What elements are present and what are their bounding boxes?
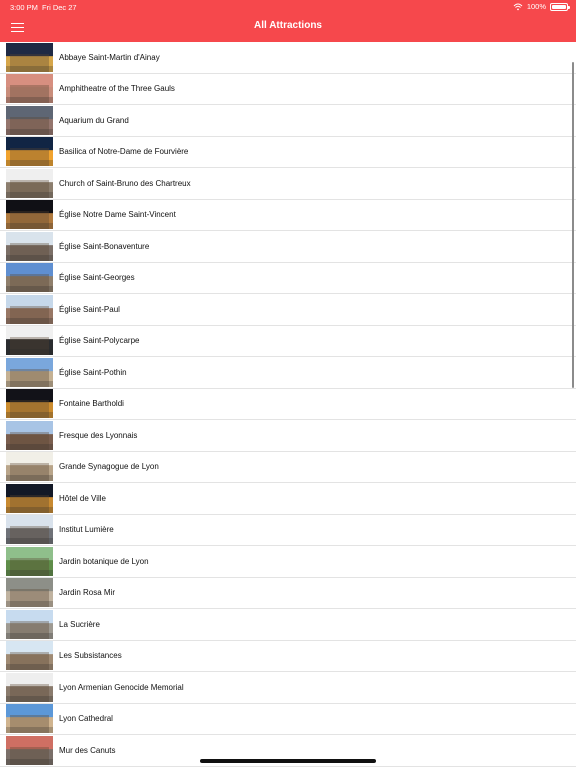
attraction-name: Lyon Cathedral xyxy=(59,714,113,724)
battery-fill xyxy=(552,4,566,9)
list-item[interactable]: Fontaine Bartholdi xyxy=(0,388,576,420)
list-item[interactable]: La Sucrière xyxy=(0,609,576,641)
list-item[interactable]: Basilica of Notre-Dame de Fourvière xyxy=(0,136,576,168)
attraction-thumbnail xyxy=(6,546,53,576)
attraction-name: Basilica of Notre-Dame de Fourvière xyxy=(59,147,189,157)
attraction-thumbnail xyxy=(6,578,53,608)
scroll-indicator[interactable] xyxy=(572,62,574,388)
attraction-name: Grande Synagogue de Lyon xyxy=(59,462,159,472)
battery-icon xyxy=(550,2,570,11)
page-title: All Attractions xyxy=(254,20,322,31)
attraction-thumbnail xyxy=(6,609,53,639)
attraction-name: Institut Lumière xyxy=(59,525,114,535)
attraction-name: Mur des Canuts xyxy=(59,745,116,755)
app-window: 3:00 PM Fri Dec 27 100% All Attractions … xyxy=(0,0,576,768)
list-item[interactable]: Jardin Rosa Mir xyxy=(0,577,576,609)
home-indicator[interactable] xyxy=(200,759,376,763)
status-date: Fri Dec 27 xyxy=(42,3,77,12)
attraction-thumbnail xyxy=(6,735,53,765)
attraction-thumbnail xyxy=(6,137,53,167)
attraction-name: Église Saint-Georges xyxy=(59,273,135,283)
attraction-name: Fontaine Bartholdi xyxy=(59,399,124,409)
list-item[interactable]: Institut Lumière xyxy=(0,514,576,546)
list-item[interactable]: Église Saint-Georges xyxy=(0,262,576,294)
status-bar: 3:00 PM Fri Dec 27 100% xyxy=(0,0,576,14)
attraction-name: Église Saint-Polycarpe xyxy=(59,336,140,346)
list-item[interactable]: Les Subsistances xyxy=(0,640,576,672)
attraction-name: Abbaye Saint-Martin d'Ainay xyxy=(59,52,160,62)
attraction-name: Hôtel de Ville xyxy=(59,493,106,503)
attraction-thumbnail xyxy=(6,74,53,104)
list-item[interactable]: Hôtel de Ville xyxy=(0,483,576,515)
attraction-thumbnail xyxy=(6,704,53,734)
attractions-list[interactable]: Abbaye Saint-Martin d'Ainay Amphitheatre … xyxy=(0,42,576,768)
attraction-name: La Sucrière xyxy=(59,619,100,629)
list-item[interactable]: Fresque des Lyonnais xyxy=(0,420,576,452)
attraction-thumbnail xyxy=(6,420,53,450)
status-right-group: 100% xyxy=(513,2,570,11)
attraction-name: Église Saint-Bonaventure xyxy=(59,241,150,251)
attraction-thumbnail xyxy=(6,357,53,387)
attraction-name: Église Saint-Paul xyxy=(59,304,120,314)
attraction-thumbnail xyxy=(6,42,53,72)
list-item[interactable]: Grande Synagogue de Lyon xyxy=(0,451,576,483)
list-item[interactable]: Jardin botanique de Lyon xyxy=(0,546,576,578)
wifi-icon xyxy=(513,3,523,11)
list-item[interactable]: Église Saint-Paul xyxy=(0,294,576,326)
list-item[interactable]: Église Saint-Pothin xyxy=(0,357,576,389)
attraction-thumbnail xyxy=(6,452,53,482)
attraction-thumbnail xyxy=(6,294,53,324)
list-item[interactable]: Église Saint-Bonaventure xyxy=(0,231,576,263)
list-item[interactable]: Abbaye Saint-Martin d'Ainay xyxy=(0,42,576,74)
top-bar: 3:00 PM Fri Dec 27 100% All Attractions xyxy=(0,0,576,42)
list-item[interactable]: Church of Saint-Bruno des Chartreux xyxy=(0,168,576,200)
list-item[interactable]: Lyon Armenian Genocide Memorial xyxy=(0,672,576,704)
attraction-name: Jardin botanique de Lyon xyxy=(59,556,149,566)
list-item[interactable]: Lyon Cathedral xyxy=(0,703,576,735)
attraction-name: Aquarium du Grand xyxy=(59,115,129,125)
list-item[interactable]: Église Saint-Polycarpe xyxy=(0,325,576,357)
attraction-name: Église Notre Dame Saint-Vincent xyxy=(59,210,176,220)
attraction-thumbnail xyxy=(6,672,53,702)
attraction-thumbnail xyxy=(6,389,53,419)
attraction-thumbnail xyxy=(6,326,53,356)
attraction-thumbnail xyxy=(6,231,53,261)
battery-percent: 100% xyxy=(526,2,546,11)
attraction-name: Église Saint-Pothin xyxy=(59,367,127,377)
attraction-name: Jardin Rosa Mir xyxy=(59,588,116,598)
list-item[interactable]: Aquarium du Grand xyxy=(0,105,576,137)
attraction-name: Church of Saint-Bruno des Chartreux xyxy=(59,178,191,188)
status-time: 3:00 PM xyxy=(10,3,38,12)
attraction-name: Amphitheatre of the Three Gauls xyxy=(59,84,175,94)
attraction-thumbnail xyxy=(6,200,53,230)
attraction-thumbnail xyxy=(6,168,53,198)
attraction-thumbnail xyxy=(6,105,53,135)
attraction-name: Les Subsistances xyxy=(59,651,122,661)
navigation-bar: All Attractions xyxy=(0,14,576,42)
attraction-thumbnail xyxy=(6,483,53,513)
attraction-thumbnail xyxy=(6,263,53,293)
list-item[interactable]: Amphitheatre of the Three Gauls xyxy=(0,73,576,105)
attraction-name: Fresque des Lyonnais xyxy=(59,430,138,440)
list-item[interactable]: Église Notre Dame Saint-Vincent xyxy=(0,199,576,231)
attraction-thumbnail xyxy=(6,641,53,671)
attraction-name: Lyon Armenian Genocide Memorial xyxy=(59,682,184,692)
attraction-thumbnail xyxy=(6,515,53,545)
